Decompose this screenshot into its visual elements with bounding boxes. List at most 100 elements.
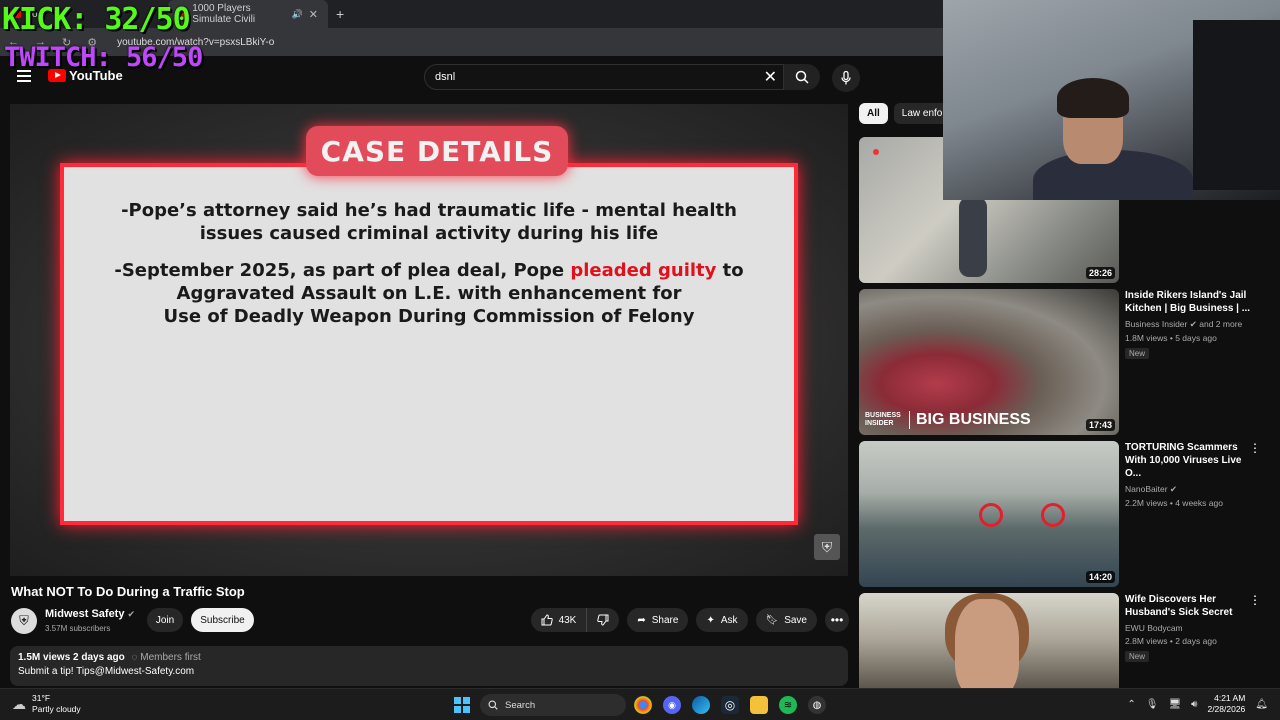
- video-meta: 2.8M views • 2 days ago: [1125, 636, 1217, 646]
- video-thumbnail[interactable]: [859, 593, 1119, 688]
- date: 2/28/2026: [1207, 704, 1246, 714]
- ask-label: Ask: [720, 614, 738, 626]
- share-label: Share: [651, 614, 679, 626]
- app-icon[interactable]: ◍: [808, 696, 826, 714]
- description-text: Submit a tip! Tips@Midwest-Safety.com: [18, 666, 195, 677]
- video-info: TORTURING Scammers With 10,000 Viruses L…: [1125, 441, 1255, 508]
- case-line-1: -Pope’s attorney said he’s had traumatic…: [121, 200, 737, 221]
- channel-name[interactable]: Midwest Safety ✔: [45, 608, 135, 620]
- case-line-4: Aggravated Assault on L.E. with enhancem…: [176, 283, 682, 304]
- microphone-icon[interactable]: 🎙︎: [1146, 699, 1159, 710]
- thumbs-down-icon: [597, 614, 609, 626]
- pleaded-guilty-highlight: pleaded guilty: [570, 260, 717, 281]
- video-thumbnail[interactable]: 14:20: [859, 441, 1119, 587]
- video-thumbnail[interactable]: BUSINESS INSIDER BIG BUSINESS 17:43: [859, 289, 1119, 435]
- file-explorer-icon[interactable]: [750, 696, 768, 714]
- save-button[interactable]: 🔖︎ Save: [755, 608, 817, 632]
- recommendation-item[interactable]: BUSINESS INSIDER BIG BUSINESS 17:43 Insi…: [859, 289, 1280, 435]
- share-button[interactable]: ➦ Share: [627, 608, 689, 632]
- highlight-circle: [1041, 503, 1065, 527]
- twitch-counter: TWITCH: 56/50: [4, 42, 203, 73]
- volume-icon[interactable]: 🔊︎: [1191, 699, 1197, 710]
- ask-button[interactable]: ✦ Ask: [696, 608, 748, 632]
- more-actions-button[interactable]: •••: [825, 608, 849, 632]
- weather-widget[interactable]: ☁ 31°F Partly cloudy: [12, 693, 81, 715]
- background-monitor: [1193, 20, 1280, 190]
- cloud-icon: ☁: [12, 695, 26, 712]
- chrome-icon[interactable]: [634, 696, 652, 714]
- system-tray: ⌃ 🎙︎ 🖥︎ 🔊︎ 4:21 AM 2/28/2026 🔔︎: [1127, 693, 1268, 715]
- search-value: dsnl: [435, 71, 456, 83]
- clear-search-icon[interactable]: ✕: [764, 67, 777, 87]
- description-box[interactable]: 1.5M views 2 days ago ◌ Members first Su…: [10, 646, 848, 686]
- case-line-3: -September 2025, as part of plea deal, P…: [64, 259, 794, 282]
- network-icon[interactable]: 🖥︎: [1168, 699, 1181, 710]
- voice-search-button[interactable]: [832, 64, 860, 92]
- like-button[interactable]: 43K: [530, 608, 588, 632]
- video-title[interactable]: Inside Rikers Island's Jail Kitchen | Bi…: [1125, 289, 1255, 315]
- join-button[interactable]: Join: [147, 608, 183, 632]
- recommendation-item[interactable]: 14:20 TORTURING Scammers With 10,000 Vir…: [859, 441, 1280, 587]
- channel-watermark-icon[interactable]: ⛨: [814, 534, 840, 560]
- person-figure: [959, 197, 987, 277]
- record-dot-icon: [873, 149, 879, 155]
- verified-icon: ✔: [1169, 484, 1178, 494]
- bookmark-icon: 🔖︎: [765, 614, 779, 626]
- close-tab-icon[interactable]: ✕: [309, 8, 318, 21]
- subscribe-button[interactable]: Subscribe: [191, 608, 254, 632]
- taskbar-search[interactable]: Search: [480, 694, 626, 716]
- channel-extra: and 2 more: [1199, 319, 1243, 329]
- clock[interactable]: 4:21 AM 2/28/2026: [1207, 693, 1245, 715]
- sparkle-icon: ✦: [706, 614, 715, 626]
- thumb-big-text: BIG BUSINESS: [909, 411, 1031, 429]
- search-input[interactable]: dsnl ✕: [424, 64, 784, 90]
- edge-icon[interactable]: [692, 696, 710, 714]
- notification-icon[interactable]: 🔔︎: [1255, 699, 1268, 710]
- spotify-icon[interactable]: ≋: [779, 696, 797, 714]
- chip-all[interactable]: All: [859, 103, 888, 124]
- more-vertical-icon[interactable]: ⋮: [1249, 593, 1261, 607]
- case-details-heading: CASE DETAILS: [306, 126, 568, 176]
- search-icon: [795, 70, 809, 84]
- case-line-3-post: to: [716, 260, 744, 281]
- video-actions: 43K ➦ Share ✦ Ask 🔖︎ Save •••: [530, 608, 849, 632]
- recommendation-item[interactable]: Wife Discovers Her Husband's Sick Secret…: [859, 593, 1280, 688]
- start-tile: [463, 697, 470, 704]
- channel-line[interactable]: Business Insider ✔ and 2 more: [1125, 319, 1255, 330]
- weather-condition: Partly cloudy: [32, 704, 81, 714]
- members-label: Members first: [140, 652, 201, 663]
- channel-name-text: Midwest Safety: [45, 608, 125, 620]
- video-title[interactable]: TORTURING Scammers With 10,000 Viruses L…: [1125, 441, 1255, 480]
- discord-icon[interactable]: ◉: [663, 696, 681, 714]
- like-count: 43K: [558, 614, 577, 626]
- streamer-hair: [1057, 78, 1129, 118]
- new-badge: New: [1125, 348, 1150, 359]
- more-horizontal-icon: •••: [830, 613, 844, 627]
- channel-row: ⛨ Midwest Safety ✔ 3.57M subscribers Join…: [11, 606, 849, 636]
- dislike-button[interactable]: [587, 608, 620, 632]
- streamer-webcam: [943, 0, 1280, 200]
- channel-line[interactable]: NanoBaiter ✔: [1125, 484, 1255, 495]
- verified-icon: ✔: [1189, 319, 1197, 329]
- video-player[interactable]: -Pope’s attorney said he’s had traumatic…: [10, 104, 848, 576]
- browser-tab-active[interactable]: 1000 Players Simulate Civili 🔊 ✕: [168, 0, 328, 28]
- highlight-circle: [979, 503, 1003, 527]
- start-button[interactable]: [454, 697, 470, 713]
- more-vertical-icon[interactable]: ⋮: [1249, 441, 1261, 455]
- speaker-icon[interactable]: 🔊: [292, 9, 303, 20]
- kick-counter: KICK: 32/50: [2, 2, 191, 37]
- chevron-up-icon[interactable]: ⌃: [1127, 699, 1135, 710]
- share-icon: ➦: [637, 614, 646, 626]
- new-tab-button[interactable]: +: [336, 6, 344, 22]
- new-badge: New: [1125, 651, 1150, 662]
- channel-avatar[interactable]: ⛨: [11, 608, 37, 634]
- thumbs-up-icon: [541, 614, 553, 626]
- person-face: [955, 599, 1019, 688]
- channel-name[interactable]: EWU Bodycam: [1125, 623, 1255, 633]
- video-duration: 28:26: [1085, 267, 1115, 279]
- search-button[interactable]: [784, 64, 820, 90]
- video-title[interactable]: Wife Discovers Her Husband's Sick Secret: [1125, 593, 1255, 619]
- temperature: 31°F: [32, 693, 51, 703]
- steam-icon[interactable]: ◎: [721, 696, 739, 714]
- windows-taskbar: ☁ 31°F Partly cloudy Search ◉ ◎ ≋ ◍ ⌃ 🎙︎…: [0, 688, 1280, 720]
